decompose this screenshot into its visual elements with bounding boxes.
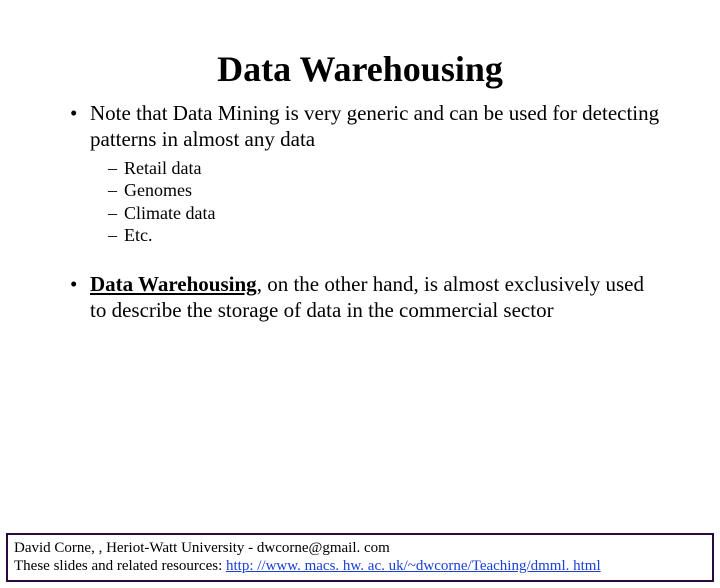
- sub-bullet-text: Climate data: [124, 203, 215, 223]
- sub-bullet-item: Retail data: [90, 157, 660, 180]
- sub-bullet-item: Etc.: [90, 224, 660, 247]
- sub-bullet-item: Climate data: [90, 202, 660, 225]
- bullet-text: Note that Data Mining is very generic an…: [90, 101, 659, 151]
- bullet-list: Note that Data Mining is very generic an…: [70, 100, 660, 247]
- sub-bullet-text: Genomes: [124, 180, 192, 200]
- footer-link[interactable]: http: //www. macs. hw. ac. uk/~dwcorne/T…: [226, 558, 601, 574]
- sub-bullet-text: Etc.: [124, 225, 153, 245]
- spacer: [70, 257, 660, 271]
- sub-bullet-item: Genomes: [90, 179, 660, 202]
- bullet-item: Data Warehousing, on the other hand, is …: [70, 271, 660, 324]
- slide-title: Data Warehousing: [0, 48, 720, 90]
- footer-line-author: David Corne, , Heriot-Watt University - …: [14, 539, 706, 558]
- bullet-list: Data Warehousing, on the other hand, is …: [70, 271, 660, 324]
- sub-bullet-list: Retail data Genomes Climate data Etc.: [90, 157, 660, 247]
- sub-bullet-text: Retail data: [124, 158, 201, 178]
- footer-line-resources: These slides and related resources: http…: [14, 557, 706, 576]
- bullet-strong-text: Data Warehousing: [90, 272, 257, 296]
- bullet-item: Note that Data Mining is very generic an…: [70, 100, 660, 247]
- slide-content: Note that Data Mining is very generic an…: [0, 100, 720, 323]
- footer-resources-prefix: These slides and related resources:: [14, 558, 226, 574]
- slide: Data Warehousing Note that Data Mining i…: [0, 48, 720, 588]
